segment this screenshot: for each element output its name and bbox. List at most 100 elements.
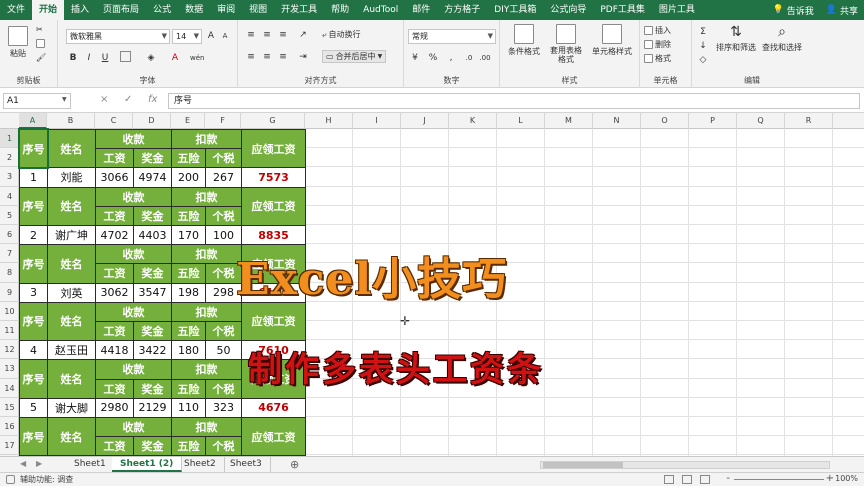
header-income[interactable]: 收款 [95, 359, 172, 380]
format-painter-button[interactable]: 🖌 [36, 53, 46, 62]
menu-tab[interactable]: 方方格子 [437, 0, 487, 20]
header-tax[interactable]: 个税 [205, 436, 242, 456]
paste-button[interactable]: 粘贴 [8, 26, 28, 59]
header-name[interactable]: 姓名 [47, 301, 96, 342]
indent-icon[interactable]: ⇥ [296, 50, 310, 64]
header-bonus[interactable]: 奖金 [133, 205, 172, 226]
header-tax[interactable]: 个税 [205, 321, 242, 342]
conditional-format-button[interactable]: 条件格式 [506, 24, 542, 57]
page-layout-view-icon[interactable] [682, 475, 692, 484]
header-seq[interactable]: 序号 [19, 417, 48, 456]
row-header[interactable]: 7 [0, 244, 19, 264]
header-seq[interactable]: 序号 [19, 186, 48, 226]
header-deduction[interactable]: 扣款 [171, 186, 242, 207]
record-insurance[interactable]: 170 [171, 225, 206, 246]
menu-tab[interactable]: 开始 [32, 0, 65, 20]
cell-styles-button[interactable]: 单元格样式 [588, 24, 636, 57]
font-color-icon[interactable]: A [168, 51, 182, 65]
fill-icon[interactable]: ↓ [696, 39, 710, 53]
row-header[interactable]: 13 [0, 359, 19, 379]
header-income[interactable]: 收款 [95, 186, 172, 207]
header-payable[interactable]: 应领工资 [241, 129, 306, 169]
copy-button[interactable] [36, 39, 45, 48]
grow-font-button[interactable]: A [204, 29, 218, 43]
header-name[interactable]: 姓名 [47, 186, 96, 226]
menu-tab[interactable]: 文件 [0, 0, 32, 20]
menu-tab[interactable]: 邮件 [405, 0, 437, 20]
zoom-out-button[interactable]: - [726, 473, 730, 484]
header-deduction[interactable]: 扣款 [171, 359, 242, 380]
column-header[interactable]: H [305, 113, 353, 129]
header-name[interactable]: 姓名 [47, 359, 96, 399]
tab-next-icon[interactable]: ▶ [36, 459, 42, 468]
bold-button[interactable]: B [66, 51, 80, 65]
record-insurance[interactable]: 200 [171, 167, 206, 188]
cancel-icon[interactable]: × [100, 94, 108, 105]
menu-tab[interactable]: DIY工具箱 [487, 0, 543, 20]
font-name-combo[interactable]: 微软雅黑 ▼ [66, 29, 170, 44]
record-payable[interactable]: 4676 [241, 397, 306, 418]
shrink-font-button[interactable]: A [218, 29, 232, 43]
insert-function-icon[interactable]: fx [148, 94, 157, 105]
header-salary[interactable]: 工资 [95, 148, 134, 169]
header-bonus[interactable]: 奖金 [133, 378, 172, 399]
column-header[interactable]: L [497, 113, 545, 129]
currency-button[interactable]: ¥ [408, 51, 422, 65]
header-salary[interactable]: 工资 [95, 378, 134, 399]
column-header[interactable]: K [449, 113, 497, 129]
menu-tab[interactable]: 开发工具 [274, 0, 324, 20]
row-header[interactable]: 1 [0, 129, 19, 149]
header-salary[interactable]: 工资 [95, 321, 134, 342]
orientation-icon[interactable]: ↗ [296, 28, 310, 42]
tab-prev-icon[interactable]: ◀ [20, 459, 26, 468]
record-seq[interactable]: 3 [19, 282, 48, 303]
column-header[interactable]: J [401, 113, 449, 129]
record-name[interactable]: 刘英 [47, 282, 96, 303]
record-bonus[interactable]: 3547 [133, 282, 172, 303]
column-header[interactable]: D [133, 113, 171, 129]
header-tax[interactable]: 个税 [205, 378, 242, 399]
header-name[interactable]: 姓名 [47, 129, 96, 169]
header-tax[interactable]: 个税 [205, 205, 242, 226]
menu-tab[interactable]: 公式向导 [543, 0, 593, 20]
record-bonus[interactable]: 4974 [133, 167, 172, 188]
record-bonus[interactable]: 2129 [133, 397, 172, 418]
header-income[interactable]: 收款 [95, 417, 172, 438]
column-header[interactable]: M [545, 113, 593, 129]
underline-button[interactable]: U [98, 51, 112, 65]
record-tax[interactable]: 267 [205, 167, 242, 188]
status-text[interactable]: 辅助功能: 调查 [20, 474, 73, 485]
menu-tab[interactable]: PDF工具集 [593, 0, 652, 20]
sheet-tab[interactable]: Sheet1 [66, 457, 115, 472]
row-header[interactable]: 14 [0, 379, 19, 398]
align-center-icon[interactable]: ≡ [260, 50, 274, 64]
row-header[interactable]: 5 [0, 206, 19, 225]
record-name[interactable]: 谢广坤 [47, 225, 96, 246]
header-bonus[interactable]: 奖金 [133, 263, 172, 284]
column-header[interactable]: E [171, 113, 205, 129]
fill-color-icon[interactable]: ◈ [144, 51, 158, 65]
header-tax[interactable]: 个税 [205, 148, 242, 169]
scrollbar-thumb[interactable] [543, 462, 623, 468]
column-header[interactable]: R [785, 113, 833, 129]
percent-button[interactable]: % [426, 51, 440, 65]
column-header[interactable]: I [353, 113, 401, 129]
enter-icon[interactable]: ✓ [124, 94, 132, 105]
header-name[interactable]: 姓名 [47, 244, 96, 284]
row-header[interactable]: 9 [0, 283, 19, 302]
comma-button[interactable]: , [444, 51, 458, 65]
delete-button[interactable]: 删除 [644, 39, 671, 50]
header-deduction[interactable]: 扣款 [171, 301, 242, 322]
increase-decimal-icon[interactable]: .0 [462, 51, 476, 65]
header-bonus[interactable]: 奖金 [133, 321, 172, 342]
row-header[interactable]: 2 [0, 148, 19, 168]
record-salary[interactable]: 4702 [95, 225, 134, 246]
record-tax[interactable]: 323 [205, 397, 242, 418]
row-header[interactable]: 6 [0, 225, 19, 245]
header-income[interactable]: 收款 [95, 301, 172, 322]
column-header[interactable]: P [689, 113, 737, 129]
record-salary[interactable]: 4418 [95, 340, 134, 361]
row-header[interactable]: 8 [0, 263, 19, 283]
align-bottom-icon[interactable]: ≡ [276, 28, 290, 42]
align-top-icon[interactable]: ≡ [244, 28, 258, 42]
